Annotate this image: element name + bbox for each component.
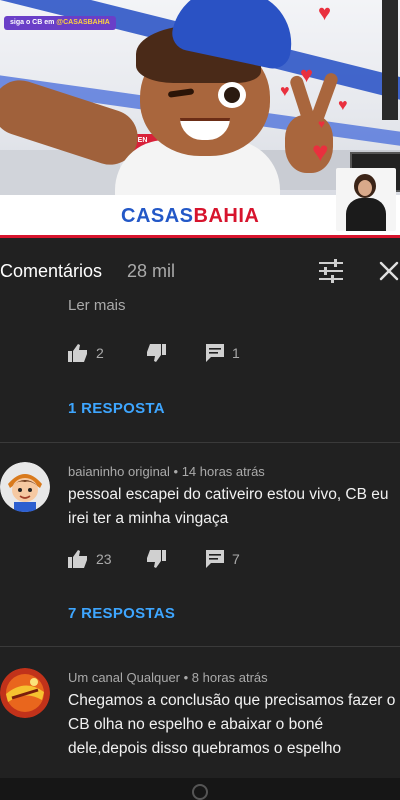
interpreter-body [346, 198, 386, 231]
avatar-image [0, 668, 50, 718]
heart-icon: ♥ [318, 0, 332, 25]
thumbs-down-icon [147, 344, 166, 362]
comment-icon [206, 344, 224, 362]
avatar[interactable] [0, 462, 50, 512]
heart-icon: ♥ [338, 97, 348, 114]
comment-meta: baianinho original • 14 horas atrás [68, 464, 265, 479]
reply-button[interactable]: 7 [206, 550, 240, 568]
sign-language-interpreter [336, 168, 396, 231]
heart-icon: ♥ [280, 83, 290, 100]
comments-header: Comentários 28 mil [0, 241, 400, 297]
thumbs-up-icon [68, 550, 87, 568]
comment-meta: Um canal Qualquer • 8 horas atrás [68, 670, 268, 685]
heart-icon: ♥ [312, 136, 329, 167]
interpreter-face [358, 180, 372, 196]
heart-icon: ♥ [318, 117, 326, 131]
like-count: 23 [96, 551, 112, 567]
avatar[interactable] [0, 668, 50, 718]
like-count: 2 [96, 345, 104, 361]
thumbs-up-icon [68, 344, 87, 362]
comment-icon [206, 550, 224, 568]
heart-icon: ♥ [300, 62, 314, 87]
comment-item: Um canal Qualquer • 8 horas atrás Chegam… [0, 646, 400, 786]
reply-count: 1 [232, 345, 240, 361]
comment-actions: 2 1 [68, 344, 400, 370]
thumbs-down-icon [147, 550, 166, 568]
comments-title: Comentários [0, 261, 103, 281]
character-eye [218, 82, 246, 108]
dislike-button[interactable] [146, 550, 166, 568]
comments-count: 28 mil [127, 261, 176, 281]
character-arm [0, 73, 145, 172]
reply-count: 7 [232, 551, 240, 567]
avatar-image [0, 462, 50, 512]
comment-actions: 23 7 [68, 550, 400, 576]
comment-time: 8 horas atrás [191, 670, 268, 685]
sort-filter-icon[interactable] [318, 259, 344, 283]
comment-text: pessoal escapei do cativeiro estou vivo,… [68, 486, 389, 527]
video-player[interactable]: VEN ♥ ♥ ♥ ♥ ♥ ♥ siga o CB em @CASASBAHIA [0, 0, 400, 195]
comment-text: Chegamos a conclusão que precisamos faze… [68, 692, 396, 757]
close-icon[interactable] [377, 259, 400, 283]
view-replies-link[interactable]: 7 RESPOSTAS [68, 605, 175, 622]
like-button[interactable]: 2 [68, 344, 104, 362]
follow-badge: siga o CB em @CASASBAHIA [4, 16, 116, 30]
like-button[interactable]: 23 [68, 550, 112, 568]
home-indicator [192, 784, 208, 800]
read-more-link[interactable]: Ler mais [68, 297, 126, 314]
comment-author[interactable]: baianinho original [68, 464, 170, 479]
view-replies-link[interactable]: 1 RESPOSTA [68, 400, 165, 417]
comment-time: 14 horas atrás [181, 464, 265, 479]
dislike-button[interactable] [146, 344, 166, 362]
comments-panel: Comentários 28 mil Ler mais 2 1 1 RESPOS [0, 241, 400, 800]
comment-item: baianinho original • 14 horas atrás pess… [0, 442, 400, 647]
comment-author[interactable]: Um canal Qualquer [68, 670, 180, 685]
reply-button[interactable]: 1 [206, 344, 240, 362]
casas-bahia-logo: CASASBAHIA [121, 205, 260, 227]
bottom-bar [0, 778, 400, 800]
